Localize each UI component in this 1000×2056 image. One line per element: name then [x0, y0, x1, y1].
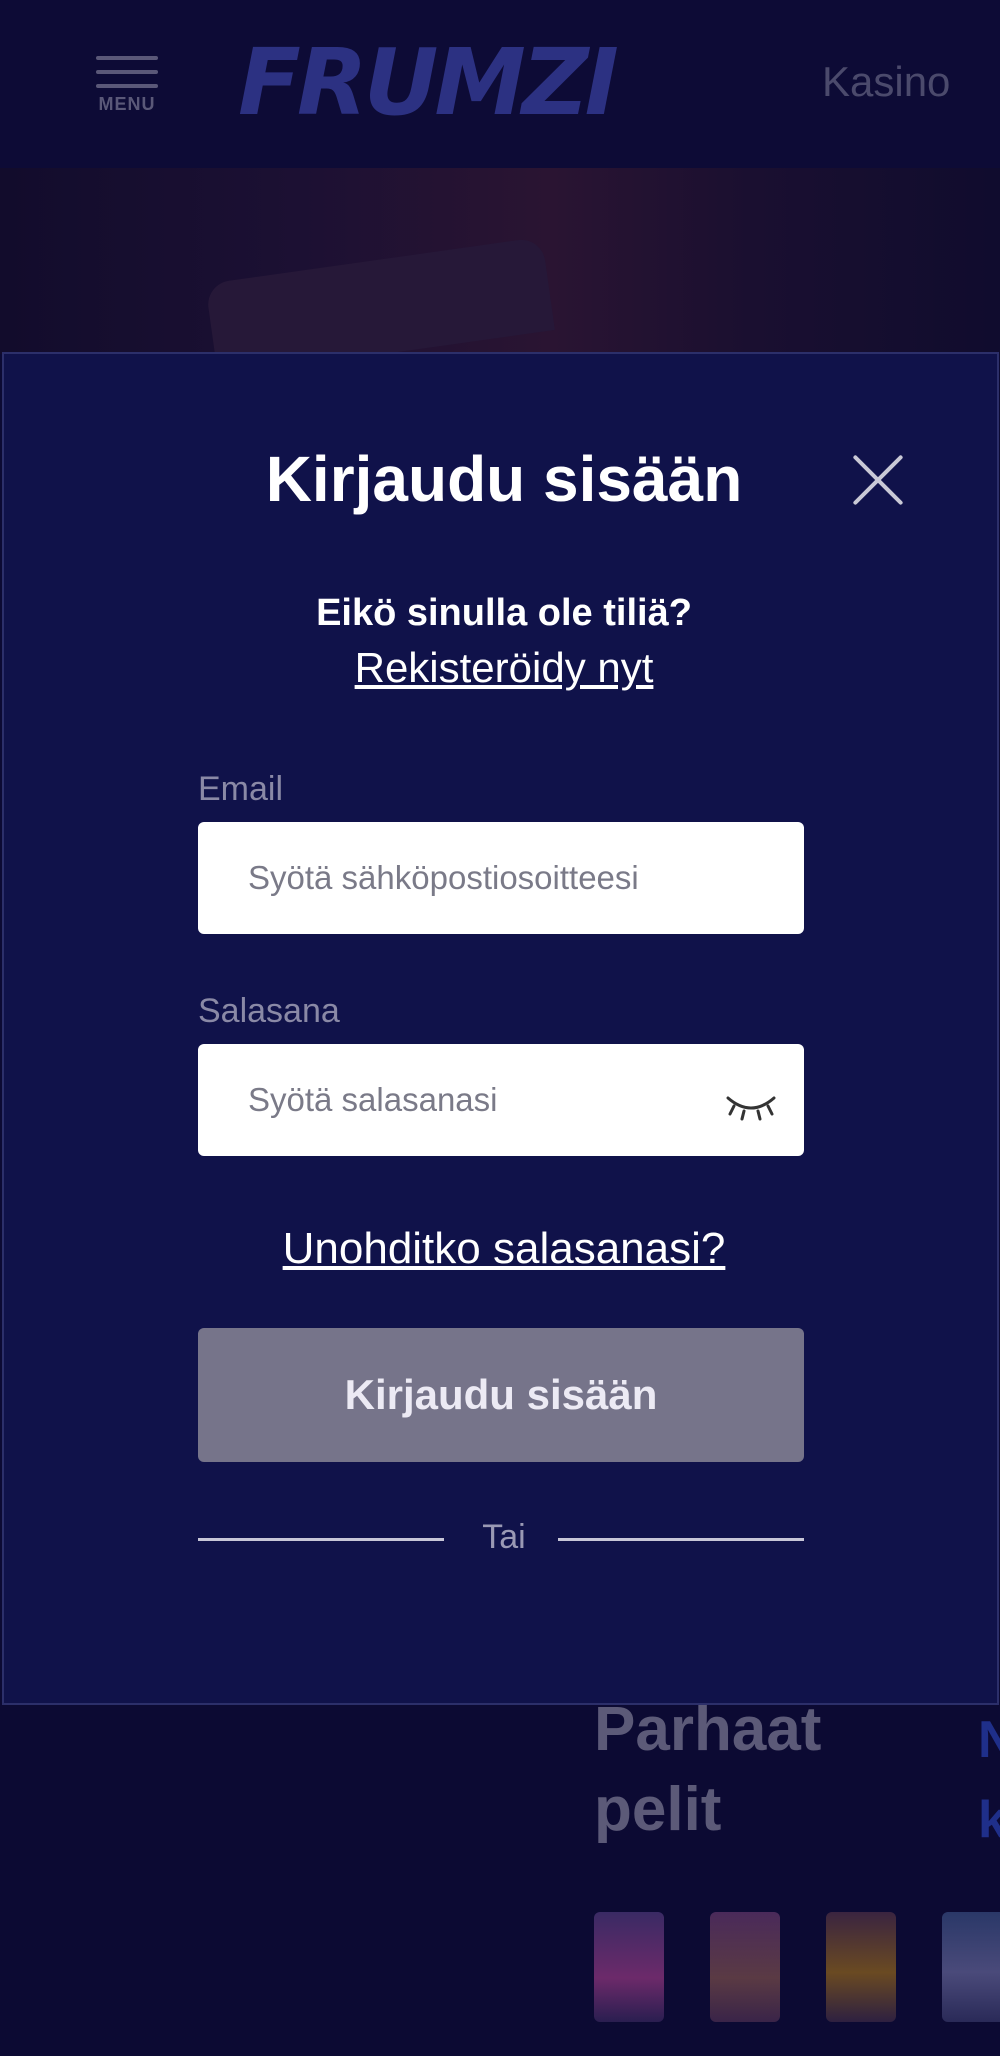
- menu-button[interactable]: MENU: [92, 52, 162, 118]
- site-logo[interactable]: FRUMZI: [238, 37, 748, 129]
- next-section-heading-partial: N k: [978, 1711, 1000, 1849]
- site-header: MENU FRUMZI Kasino: [0, 0, 1000, 168]
- game-thumbnail[interactable]: [594, 1912, 664, 2022]
- games-row: [594, 1912, 1000, 2022]
- best-games-heading: Parhaat pelit: [594, 1695, 822, 1844]
- hamburger-icon: [96, 52, 158, 90]
- game-thumbnail[interactable]: [710, 1912, 780, 2022]
- eye-closed-icon[interactable]: [724, 1090, 778, 1122]
- forgot-password-link[interactable]: Unohditko salasanasi?: [4, 1224, 1000, 1274]
- no-account-text: Eikö sinulla ole tiliä?: [316, 592, 692, 634]
- login-submit-button[interactable]: Kirjaudu sisään: [198, 1328, 804, 1462]
- divider-line-right: [558, 1538, 804, 1541]
- nav-item-kasino[interactable]: Kasino: [822, 58, 950, 106]
- email-label: Email: [198, 770, 284, 808]
- close-icon[interactable]: [850, 452, 906, 508]
- password-field[interactable]: [198, 1044, 804, 1156]
- register-link[interactable]: Rekisteröidy nyt: [4, 644, 1000, 692]
- game-thumbnail[interactable]: [826, 1912, 896, 2022]
- game-thumbnail[interactable]: [942, 1912, 1000, 2022]
- login-modal: Kirjaudu sisään Eikö sinulla ole tiliä? …: [2, 352, 999, 1705]
- password-label: Salasana: [198, 992, 340, 1030]
- menu-label: MENU: [98, 94, 156, 114]
- divider-text: Tai: [482, 1518, 526, 1556]
- email-field[interactable]: [198, 822, 804, 934]
